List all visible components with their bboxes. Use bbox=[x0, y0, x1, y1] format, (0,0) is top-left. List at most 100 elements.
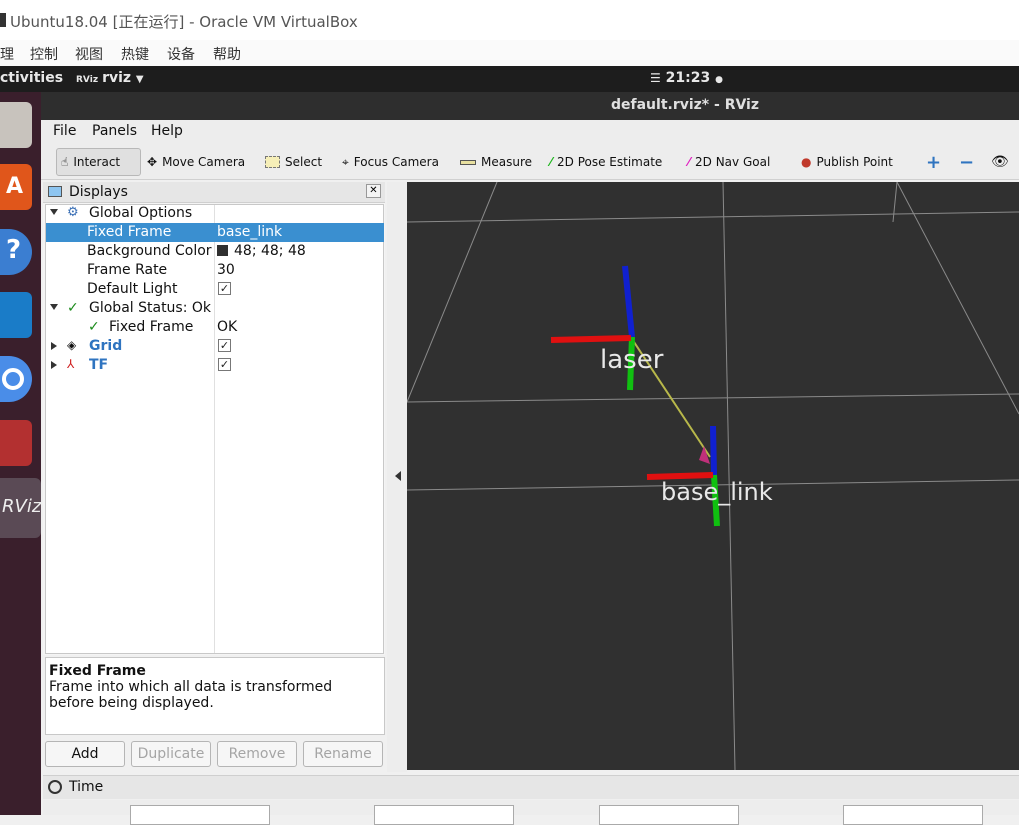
ros-time-field[interactable] bbox=[130, 805, 270, 825]
software-letter-icon: A bbox=[6, 174, 24, 199]
tree-row-grid[interactable]: ◈ Grid ✓ bbox=[46, 337, 384, 356]
property-description: Fixed Frame Frame into which all data is… bbox=[45, 657, 385, 735]
app-menu-label: rviz bbox=[102, 70, 132, 86]
nav-goal-tool-button[interactable]: ⁄ 2D Nav Goal bbox=[684, 148, 774, 176]
focus-camera-tool-button[interactable]: ⌖ Focus Camera bbox=[338, 148, 443, 176]
measure-tool-button[interactable]: Measure bbox=[456, 148, 536, 176]
default-light-checkbox[interactable]: ✓ bbox=[218, 282, 231, 295]
pose-estimate-label: 2D Pose Estimate bbox=[557, 155, 663, 169]
expand-arrow-icon[interactable] bbox=[50, 209, 58, 215]
vscode-icon[interactable] bbox=[0, 292, 32, 338]
3d-render-viewport[interactable]: laser base_link bbox=[407, 182, 1019, 770]
background-color-label: Background Color bbox=[87, 243, 212, 259]
pose-estimate-tool-button[interactable]: ⁄ 2D Pose Estimate bbox=[546, 148, 666, 176]
background-color-value[interactable]: 48; 48; 48 bbox=[217, 243, 306, 259]
vb-menu-control[interactable]: 控制 bbox=[30, 44, 58, 64]
files-icon[interactable] bbox=[0, 102, 32, 148]
move-camera-tool-button[interactable]: ✥ Move Camera bbox=[143, 148, 249, 176]
description-text: Frame into which all data is transformed… bbox=[49, 679, 333, 711]
laser-frame-label: laser bbox=[600, 345, 664, 375]
pin-icon: ● bbox=[801, 155, 812, 169]
remove-tool-button[interactable]: − bbox=[955, 148, 978, 176]
tf-axes-icon: ⅄ bbox=[67, 357, 75, 371]
software-center-icon[interactable]: A bbox=[0, 164, 32, 210]
collapse-arrow-icon[interactable] bbox=[51, 342, 57, 350]
tree-row-frame-rate[interactable]: Frame Rate 30 bbox=[46, 261, 384, 280]
publish-point-label: Publish Point bbox=[816, 155, 893, 169]
vb-menu-hotkeys[interactable]: 热键 bbox=[121, 44, 149, 64]
focus-camera-icon: ⌖ bbox=[342, 154, 349, 169]
rviz-app-icon: RViz bbox=[76, 75, 99, 85]
hand-icon: ☝ bbox=[61, 155, 69, 169]
remove-display-button[interactable]: Remove bbox=[217, 741, 297, 767]
tool-properties-button[interactable]: 👁 bbox=[987, 148, 1013, 176]
minus-icon: − bbox=[959, 151, 975, 173]
tf-label: TF bbox=[89, 357, 109, 373]
ubuntu-dock: A ? RViz bbox=[0, 92, 41, 815]
check-icon: ✓ bbox=[88, 319, 100, 335]
rviz-logo-icon: RViz bbox=[2, 496, 42, 517]
add-tool-button[interactable]: + bbox=[922, 148, 945, 176]
rviz-titlebar bbox=[41, 92, 1019, 120]
virtualbox-app-icon bbox=[0, 13, 6, 27]
duplicate-display-button[interactable]: Duplicate bbox=[131, 741, 211, 767]
app-menu-rviz[interactable]: RViz rviz ▼ bbox=[76, 70, 144, 86]
vb-menu-manage[interactable]: 理 bbox=[0, 44, 14, 64]
terminator-icon[interactable] bbox=[0, 420, 32, 466]
vb-menu-help[interactable]: 帮助 bbox=[213, 44, 241, 64]
help-icon[interactable]: ? bbox=[0, 229, 32, 275]
select-tool-button[interactable]: Select bbox=[261, 148, 326, 176]
tree-row-fixed-frame[interactable]: Fixed Frame base_link bbox=[46, 223, 384, 242]
fixed-frame-value[interactable]: base_link bbox=[217, 224, 282, 240]
wall-elapsed-field[interactable] bbox=[843, 805, 983, 825]
publish-point-tool-button[interactable]: ● Publish Point bbox=[797, 148, 897, 176]
chromium-icon[interactable] bbox=[0, 356, 32, 402]
tree-row-status-fixed-frame[interactable]: ✓ Fixed Frame OK bbox=[46, 318, 384, 337]
menu-panels[interactable]: Panels bbox=[92, 123, 137, 139]
clock[interactable]: ☰ 21:23 ● bbox=[650, 70, 723, 86]
focus-camera-label: Focus Camera bbox=[353, 155, 439, 169]
close-icon[interactable]: ✕ bbox=[366, 184, 381, 198]
nav-goal-label: 2D Nav Goal bbox=[695, 155, 771, 169]
pink-arrow-icon: ⁄ bbox=[688, 155, 691, 169]
tree-row-tf[interactable]: ⅄ TF ✓ bbox=[46, 356, 384, 375]
measure-label: Measure bbox=[481, 155, 532, 169]
gnome-top-bar bbox=[0, 66, 1019, 92]
select-label: Select bbox=[285, 155, 323, 169]
wall-time-field[interactable] bbox=[599, 805, 739, 825]
rviz-dock-icon[interactable]: RViz bbox=[0, 478, 41, 538]
ros-elapsed-field[interactable] bbox=[374, 805, 514, 825]
tree-row-default-light[interactable]: Default Light ✓ bbox=[46, 280, 384, 299]
move-camera-label: Move Camera bbox=[162, 155, 246, 169]
tf-enabled-checkbox[interactable]: ✓ bbox=[218, 358, 231, 371]
collapse-arrow-icon[interactable] bbox=[51, 361, 57, 369]
global-options-label: Global Options bbox=[89, 205, 193, 221]
expand-arrow-icon[interactable] bbox=[50, 304, 58, 310]
tree-row-background-color[interactable]: Background Color 48; 48; 48 bbox=[46, 242, 384, 261]
vb-menu-view[interactable]: 视图 bbox=[75, 44, 103, 64]
rename-display-button[interactable]: Rename bbox=[303, 741, 383, 767]
menu-lines-icon: ☰ bbox=[650, 71, 661, 85]
frame-rate-value[interactable]: 30 bbox=[217, 262, 235, 278]
color-swatch bbox=[217, 245, 228, 256]
select-box-icon bbox=[265, 156, 280, 168]
interact-label: Interact bbox=[73, 155, 121, 169]
virtualbox-window-title: Ubuntu18.04 [正在运行] - Oracle VM VirtualBo… bbox=[10, 13, 358, 31]
clock-time: 21:23 bbox=[665, 70, 711, 86]
add-display-button[interactable]: Add bbox=[45, 741, 125, 767]
ruler-icon bbox=[460, 159, 476, 165]
menu-file[interactable]: File bbox=[53, 123, 76, 139]
interact-tool-button[interactable]: ☝ Interact bbox=[56, 148, 141, 176]
vb-menu-devices[interactable]: 设备 bbox=[167, 44, 195, 64]
background-color-text: 48; 48; 48 bbox=[234, 243, 306, 259]
grid-enabled-checkbox[interactable]: ✓ bbox=[218, 339, 231, 352]
grid-icon: ◈ bbox=[67, 338, 77, 352]
menu-help[interactable]: Help bbox=[151, 123, 183, 139]
tree-row-global-status[interactable]: ✓ Global Status: Ok bbox=[46, 299, 384, 318]
collapse-left-icon[interactable] bbox=[395, 471, 401, 481]
grid-label: Grid bbox=[89, 338, 123, 354]
tree-row-global-options[interactable]: ⚙ Global Options bbox=[46, 204, 384, 223]
time-panel-title: Time bbox=[69, 779, 104, 795]
eye-icon: 👁 bbox=[991, 154, 1009, 170]
activities-button[interactable]: ctivities bbox=[0, 70, 63, 86]
